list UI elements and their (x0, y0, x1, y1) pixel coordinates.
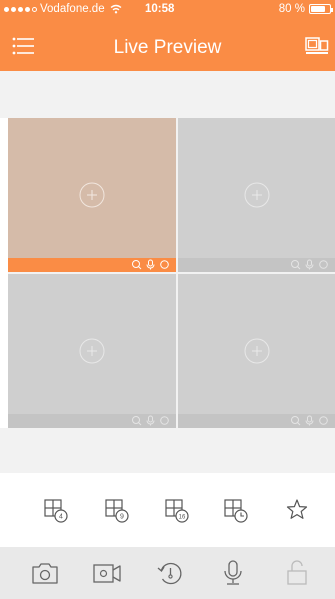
bottom-toolbar (0, 547, 335, 599)
talk-button[interactable] (216, 558, 250, 588)
add-camera-icon[interactable] (78, 181, 106, 209)
add-camera-icon[interactable] (78, 337, 106, 365)
wifi-icon (110, 4, 122, 14)
record-video-icon (93, 564, 121, 583)
status-bar: Vodafone.de 10:58 80 % (0, 0, 335, 20)
mic-icon[interactable] (304, 415, 315, 426)
svg-text:9: 9 (120, 514, 124, 521)
split-4-icon: 4 (44, 499, 68, 523)
battery-group: 80 % (278, 3, 333, 15)
navigation-bar: Live Preview (0, 24, 335, 68)
bottom-spacer (0, 428, 335, 473)
battery-icon (309, 4, 333, 14)
favorite-star-icon (286, 499, 308, 519)
record-icon[interactable] (318, 415, 329, 426)
mic-icon[interactable] (145, 415, 156, 426)
zoom-icon[interactable] (290, 259, 301, 270)
unlock-icon (287, 560, 307, 585)
split-screen-selector: 4 9 16 (0, 495, 335, 529)
video-cell-3[interactable] (8, 274, 176, 428)
record-icon[interactable] (318, 259, 329, 270)
add-camera-icon[interactable] (243, 337, 271, 365)
split-16-button[interactable]: 16 (162, 495, 192, 525)
add-camera-icon[interactable] (243, 181, 271, 209)
zoom-icon[interactable] (131, 259, 142, 270)
snapshot-button[interactable] (28, 558, 62, 588)
favorite-button[interactable] (282, 495, 312, 525)
unlock-button[interactable] (280, 558, 314, 588)
battery-percent: 80 % (278, 3, 305, 15)
zoom-icon[interactable] (131, 415, 142, 426)
record-icon[interactable] (159, 259, 170, 270)
video-cell-4[interactable] (178, 274, 335, 428)
page-title: Live Preview (113, 37, 222, 58)
playback-icon (157, 562, 182, 585)
channel-layout-icon[interactable] (305, 37, 329, 55)
record-video-button[interactable] (90, 558, 124, 588)
signal-carrier-group: Vodafone.de (4, 3, 128, 15)
split-9-button[interactable]: 9 (102, 495, 132, 525)
video-cell-2[interactable] (178, 118, 335, 272)
video-cell-1[interactable] (8, 118, 176, 272)
cell-control-bar (178, 258, 335, 272)
carrier-name: Vodafone.de (40, 3, 105, 15)
talk-mic-icon (224, 560, 242, 585)
app-header: Vodafone.de 10:58 80 % Live Preview (0, 0, 335, 71)
cell-control-bar (8, 258, 176, 272)
live-view-grid (8, 118, 335, 428)
mic-icon[interactable] (145, 259, 156, 270)
split-16-icon: 16 (165, 499, 189, 523)
split-history-icon (224, 499, 248, 523)
split-9-icon: 9 (105, 499, 129, 523)
mic-icon[interactable] (304, 259, 315, 270)
svg-text:4: 4 (59, 514, 63, 521)
zoom-icon[interactable] (290, 415, 301, 426)
split-history-button[interactable] (221, 495, 251, 525)
svg-text:16: 16 (179, 514, 186, 520)
split-4-button[interactable]: 4 (41, 495, 71, 525)
top-spacer (0, 71, 335, 118)
cell-control-bar (178, 414, 335, 428)
status-time: 10:58 (145, 3, 175, 15)
playback-button[interactable] (153, 558, 187, 588)
signal-strength-icon (4, 6, 37, 12)
snapshot-icon (32, 563, 58, 584)
record-icon[interactable] (159, 415, 170, 426)
cell-control-bar (8, 414, 176, 428)
